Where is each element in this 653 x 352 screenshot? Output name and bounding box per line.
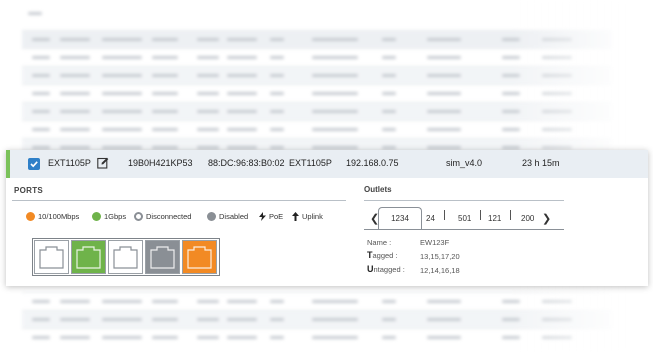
tab-separator xyxy=(444,210,445,220)
legend-10-100: 10/100Mbps xyxy=(26,212,79,221)
arrow-up-icon xyxy=(292,212,299,221)
legend-label: PoE xyxy=(269,212,284,221)
row-checkbox[interactable] xyxy=(28,158,40,170)
dot-ring-icon xyxy=(134,212,143,221)
tab-baseline xyxy=(364,229,564,230)
outlets-title: Outlets xyxy=(364,185,392,194)
tab-outlet-200[interactable]: 200 xyxy=(521,214,534,223)
untagged-label-rest: ntagged : xyxy=(373,265,405,274)
legend-disconnected: Disconnected xyxy=(134,212,191,221)
outlet-tagged-value: 13,15,17,20 xyxy=(420,252,460,261)
device-detail-panel: EXT1105P 19B0H421KP53 88:DC:96:83:B0:02 … xyxy=(6,150,648,286)
outlet-tabs: ❮ 1234 24 501 121 200 ❯ xyxy=(364,206,564,232)
device-model: EXT1105P xyxy=(289,158,332,168)
tab-outlet-1234[interactable]: 1234 xyxy=(378,207,422,230)
tab-outlet-121[interactable]: 121 xyxy=(488,214,501,223)
device-uptime: 23 h 15m xyxy=(522,158,560,168)
dot-gray-icon xyxy=(207,212,216,221)
outlet-name-label: Name : xyxy=(367,238,392,247)
tab-outlet-24[interactable]: 24 xyxy=(426,214,435,223)
ethernet-port-icon[interactable] xyxy=(34,240,69,274)
legend-uplink: Uplink xyxy=(292,212,323,221)
tagged-label-rest: agged : xyxy=(372,251,398,260)
outlets-divider xyxy=(364,200,564,201)
tab-separator xyxy=(480,210,481,220)
device-serial: 19B0H421KP53 xyxy=(128,158,193,168)
ports-title: PORTS xyxy=(14,186,44,195)
legend-label: Uplink xyxy=(302,212,323,221)
device-firmware: sim_v4.0 xyxy=(446,158,483,168)
dot-green-icon xyxy=(92,212,101,221)
chevron-right-icon[interactable]: ❯ xyxy=(542,212,551,225)
outlet-untagged-label: Untagged : xyxy=(367,264,405,274)
legend-poe: PoE xyxy=(259,212,283,221)
ethernet-port-icon[interactable] xyxy=(108,240,143,274)
legend-disabled: Disabled xyxy=(207,212,248,221)
ports-panel xyxy=(32,238,220,276)
ethernet-port-icon[interactable] xyxy=(182,240,217,274)
legend-label: Disabled xyxy=(219,212,249,221)
legend-label: 10/100Mbps xyxy=(38,212,80,221)
device-ip: 192.168.0.75 xyxy=(346,158,399,168)
ethernet-port-icon[interactable] xyxy=(145,240,180,274)
device-row[interactable]: EXT1105P 19B0H421KP53 88:DC:96:83:B0:02 … xyxy=(6,150,648,178)
dot-orange-icon xyxy=(26,212,35,221)
tab-separator xyxy=(510,210,511,220)
device-name: EXT1105P xyxy=(48,158,91,168)
ports-divider xyxy=(12,200,346,201)
device-mac: 88:DC:96:83:B0:02 xyxy=(208,158,285,168)
bolt-icon xyxy=(259,212,266,221)
edit-icon[interactable] xyxy=(97,157,109,169)
outlet-untagged-value: 12,14,16,18 xyxy=(420,266,460,275)
tab-outlet-501[interactable]: 501 xyxy=(458,214,471,223)
legend-1gbps: 1Gbps xyxy=(92,212,126,221)
outlet-name-value: EW123F xyxy=(420,238,450,247)
ethernet-port-icon[interactable] xyxy=(71,240,106,274)
legend-label: Disconnected xyxy=(146,212,192,221)
legend-label: 1Gbps xyxy=(104,212,127,221)
outlet-tagged-label: Tagged : xyxy=(367,250,398,260)
